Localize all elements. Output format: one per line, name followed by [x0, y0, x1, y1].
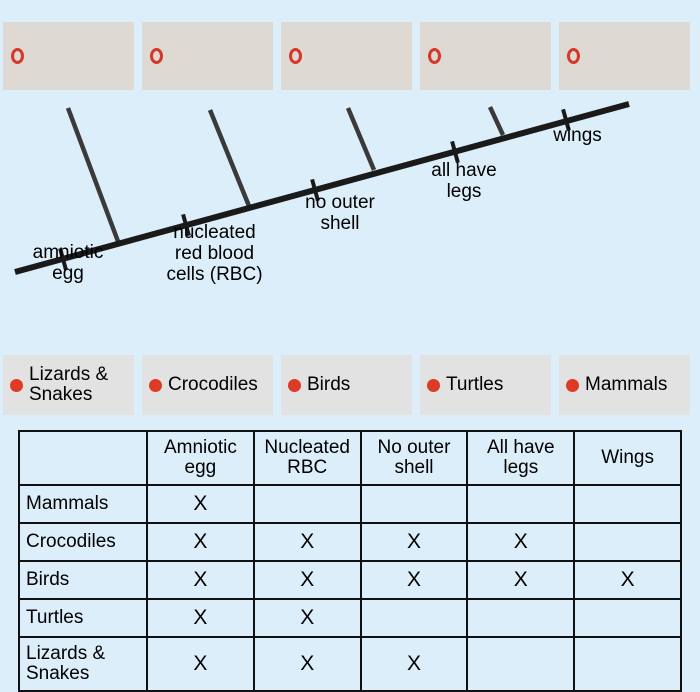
table-row: Birds X X X X X — [18, 560, 682, 600]
taxa-label: Crocodiles — [168, 374, 258, 395]
taxa-bullet-icon — [149, 378, 162, 392]
matrix-cell-marked: X — [252, 598, 362, 638]
table-row: Mammals X — [18, 484, 682, 524]
matrix-cell-marked: X — [252, 560, 362, 600]
cladogram-diagram: amniotic egg nucleated red blood cells (R… — [0, 92, 700, 337]
image-placeholder-5 — [559, 22, 690, 90]
taxa-box-lizards-and-snakes: Lizards & Snakes — [3, 355, 134, 415]
cladogram-branch-2 — [207, 109, 252, 207]
matrix-column-header: Nucleated RBC — [252, 430, 362, 486]
table-row: Turtles X X — [18, 598, 682, 638]
matrix-cell-marked: X — [359, 522, 469, 562]
matrix-cell-empty — [252, 484, 362, 524]
matrix-corner-cell — [18, 430, 148, 486]
matrix-cell-empty — [359, 484, 469, 524]
matrix-header-row: Amniotic egg Nucleated RBC No outer shell A… — [18, 430, 682, 486]
taxa-box-birds: Birds — [281, 355, 412, 415]
image-placeholder-1 — [3, 22, 134, 90]
cladogram-branch-4 — [487, 106, 506, 136]
cladogram-worksheet: amniotic egg nucleated red blood cells (R… — [0, 0, 700, 692]
trait-label-wings: wings — [553, 125, 602, 146]
matrix-cell-marked: X — [146, 522, 255, 562]
image-placeholder-strip — [0, 0, 700, 92]
matrix-row-header: Mammals — [18, 484, 148, 524]
taxa-box-turtles: Turtles — [420, 355, 551, 415]
matrix-cell-marked: X — [359, 636, 469, 692]
matrix-cell-marked: X — [146, 598, 255, 638]
image-placeholder-3 — [281, 22, 412, 90]
matrix-cell-empty — [573, 484, 682, 524]
trait-label-no-outer-shell: no outer shell — [305, 192, 375, 234]
taxa-box-mammals: Mammals — [559, 355, 690, 415]
matrix-body: Mammals X Crocodiles X X X X Birds X X X X X Turtles X… — [18, 484, 682, 692]
matrix-cell-empty — [573, 598, 682, 638]
matrix-cell-empty — [466, 484, 576, 524]
character-matrix-wrapper: Amniotic egg Nucleated RBC No outer shell A… — [18, 430, 682, 692]
matrix-cell-marked: X — [146, 484, 255, 524]
image-placeholder-4 — [420, 22, 551, 90]
matrix-column-header: No outer shell — [359, 430, 469, 486]
matrix-cell-marked: X — [146, 636, 255, 692]
matrix-cell-marked: X — [146, 560, 255, 600]
trait-label-amniotic-egg: amniotic egg — [32, 242, 104, 284]
character-matrix-table: Amniotic egg Nucleated RBC No outer shell A… — [18, 430, 682, 692]
matrix-cell-empty — [466, 636, 576, 692]
taxa-label: Birds — [307, 374, 351, 395]
taxa-label: Lizards & Snakes — [29, 364, 109, 405]
broken-image-ring-icon — [567, 48, 580, 64]
matrix-cell-empty — [573, 636, 682, 692]
broken-image-ring-icon — [150, 48, 163, 64]
taxa-bullet-icon — [566, 378, 579, 392]
matrix-cell-marked: X — [573, 560, 682, 600]
trait-label-nucleated-rbc: nucleated red blood cells (RBC) — [166, 222, 263, 285]
matrix-cell-marked: X — [466, 560, 576, 600]
taxa-bullet-icon — [288, 378, 301, 392]
matrix-cell-marked: X — [252, 636, 362, 692]
table-row: Crocodiles X X X X — [18, 522, 682, 562]
taxa-label-strip: Lizards & Snakes Crocodiles Birds Turtles Ma… — [0, 355, 700, 417]
taxa-bullet-icon — [10, 378, 23, 392]
cladogram-branch-1 — [65, 107, 122, 245]
matrix-row-header: Turtles — [18, 598, 148, 638]
matrix-cell-marked: X — [252, 522, 362, 562]
image-placeholder-2 — [142, 22, 273, 90]
matrix-column-header: All have legs — [466, 430, 576, 486]
matrix-row-header: Crocodiles — [18, 522, 148, 562]
cladogram-branch-3 — [345, 107, 377, 171]
matrix-cell-empty — [466, 598, 576, 638]
table-row: Lizards & Snakes X X X — [18, 636, 682, 692]
trait-label-all-have-legs: all have legs — [431, 160, 497, 202]
taxa-bullet-icon — [427, 378, 440, 392]
matrix-header: Amniotic egg Nucleated RBC No outer shell A… — [18, 430, 682, 486]
taxa-label: Turtles — [446, 374, 504, 395]
broken-image-ring-icon — [428, 48, 441, 64]
matrix-row-header: Birds — [18, 560, 148, 600]
matrix-row-header: Lizards & Snakes — [18, 636, 148, 692]
matrix-column-header: Wings — [573, 430, 682, 486]
matrix-cell-marked: X — [466, 522, 576, 562]
matrix-cell-empty — [359, 598, 469, 638]
broken-image-ring-icon — [289, 48, 302, 64]
taxa-label: Mammals — [585, 374, 668, 395]
matrix-column-header: Amniotic egg — [146, 430, 255, 486]
broken-image-ring-icon — [11, 48, 24, 64]
taxa-box-crocodiles: Crocodiles — [142, 355, 273, 415]
matrix-cell-empty — [573, 522, 682, 562]
matrix-cell-marked: X — [359, 560, 469, 600]
